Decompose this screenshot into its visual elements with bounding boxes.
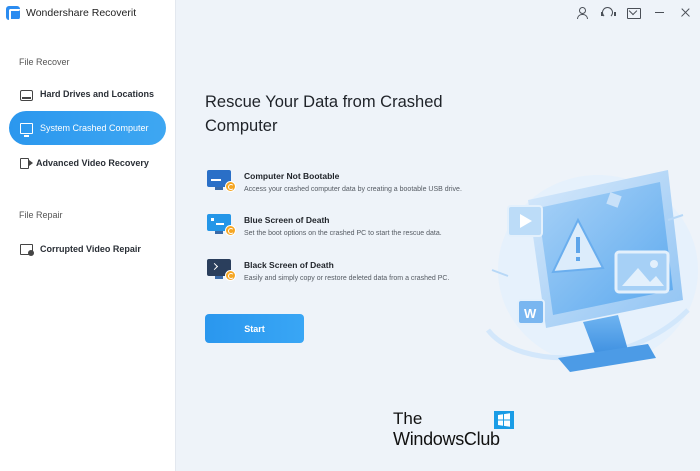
close-icon[interactable]: [679, 6, 692, 19]
option-blue-screen-of-death[interactable]: Blue Screen of Death Set the boot option…: [207, 214, 507, 237]
black-screen-icon: [207, 259, 236, 281]
support-headset-icon[interactable]: [601, 6, 616, 19]
video-icon: [20, 157, 33, 169]
start-button[interactable]: Start: [205, 314, 304, 343]
monitor-icon: [20, 122, 33, 137]
section-label-file-recover: File Recover: [19, 57, 70, 67]
app-title-bar: Wondershare Recoverit: [0, 0, 176, 26]
sidebar-item-label: Corrupted Video Repair: [40, 244, 141, 254]
option-description: Set the boot options on the crashed PC t…: [244, 230, 442, 237]
option-black-screen-of-death[interactable]: Black Screen of Death Easily and simply …: [207, 259, 507, 282]
minimize-icon[interactable]: [653, 6, 666, 19]
option-description: Access your crashed computer data by cre…: [244, 186, 462, 193]
crashed-computer-illustration: W: [486, 170, 698, 372]
svg-text:W: W: [524, 306, 537, 321]
mail-icon[interactable]: [627, 6, 641, 19]
option-description: Easily and simply copy or restore delete…: [244, 275, 450, 282]
option-computer-not-bootable[interactable]: Computer Not Bootable Access your crashe…: [207, 170, 507, 193]
sidebar-item-advanced-video-recovery[interactable]: Advanced Video Recovery: [9, 146, 166, 180]
option-title: Blue Screen of Death: [244, 215, 330, 225]
section-label-file-repair: File Repair: [19, 210, 63, 220]
watermark-line1: The: [393, 409, 423, 428]
watermark-line2: WindowsClub: [393, 429, 500, 449]
app-title: Wondershare Recoverit: [26, 7, 137, 19]
recoverit-logo-icon: [6, 6, 21, 21]
video-repair-icon: [20, 243, 34, 256]
windowsclub-watermark: The WindowsClub: [393, 409, 517, 449]
user-icon[interactable]: [575, 6, 588, 19]
option-title: Computer Not Bootable: [244, 171, 340, 181]
hard-drive-icon: [20, 89, 33, 101]
option-title: Black Screen of Death: [244, 260, 334, 270]
blue-screen-icon: [207, 214, 236, 236]
page-title: Rescue Your Data from Crashed Computer: [205, 93, 443, 135]
sidebar-item-label: Hard Drives and Locations: [40, 89, 155, 99]
sidebar-item-corrupted-video-repair[interactable]: Corrupted Video Repair: [9, 232, 166, 266]
sidebar-item-label: System Crashed Computer: [40, 123, 149, 133]
sidebar-item-hard-drives[interactable]: Hard Drives and Locations: [9, 77, 166, 111]
sidebar: Wondershare Recoverit File Recover Hard …: [0, 0, 176, 471]
computer-not-bootable-icon: [207, 170, 236, 192]
sidebar-item-system-crashed-computer[interactable]: System Crashed Computer: [9, 111, 166, 145]
windows-logo-icon: [494, 411, 514, 429]
window-toolbar: [575, 6, 692, 19]
sidebar-item-label: Advanced Video Recovery: [36, 158, 149, 168]
